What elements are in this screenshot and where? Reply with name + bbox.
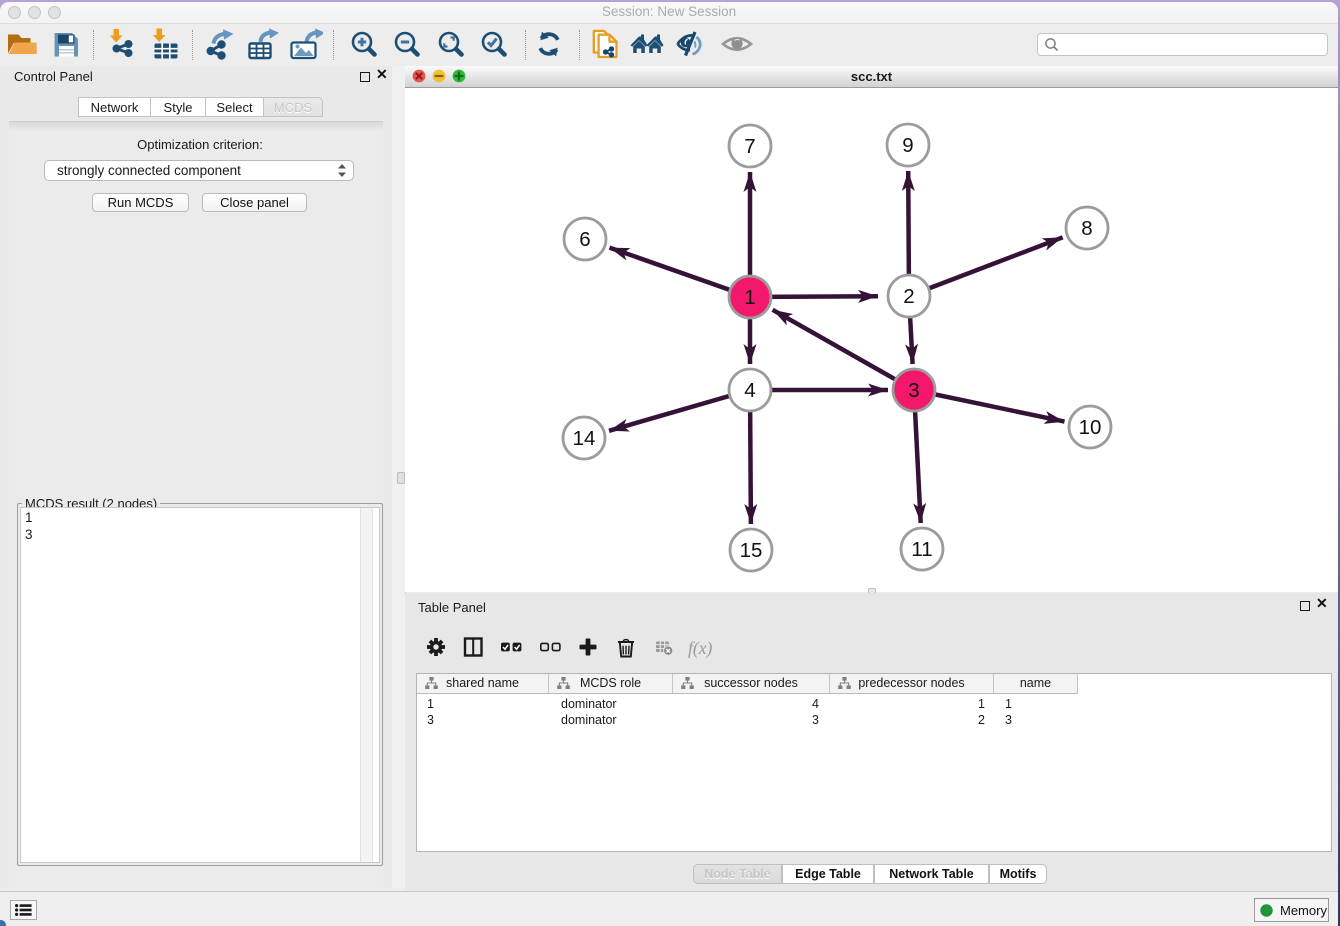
svg-text:11: 11	[911, 538, 932, 561]
svg-text:1: 1	[744, 286, 755, 309]
svg-text:9: 9	[902, 134, 913, 157]
svg-text:7: 7	[744, 135, 755, 158]
svg-text:14: 14	[573, 427, 596, 450]
svg-text:8: 8	[1081, 217, 1092, 240]
svg-text:3: 3	[908, 379, 919, 402]
svg-text:6: 6	[579, 228, 590, 251]
svg-text:2: 2	[903, 285, 914, 308]
svg-text:f(x): f(x)	[688, 638, 712, 658]
svg-text:10: 10	[1079, 416, 1102, 439]
svg-text:15: 15	[740, 539, 763, 562]
svg-text:4: 4	[744, 379, 755, 402]
